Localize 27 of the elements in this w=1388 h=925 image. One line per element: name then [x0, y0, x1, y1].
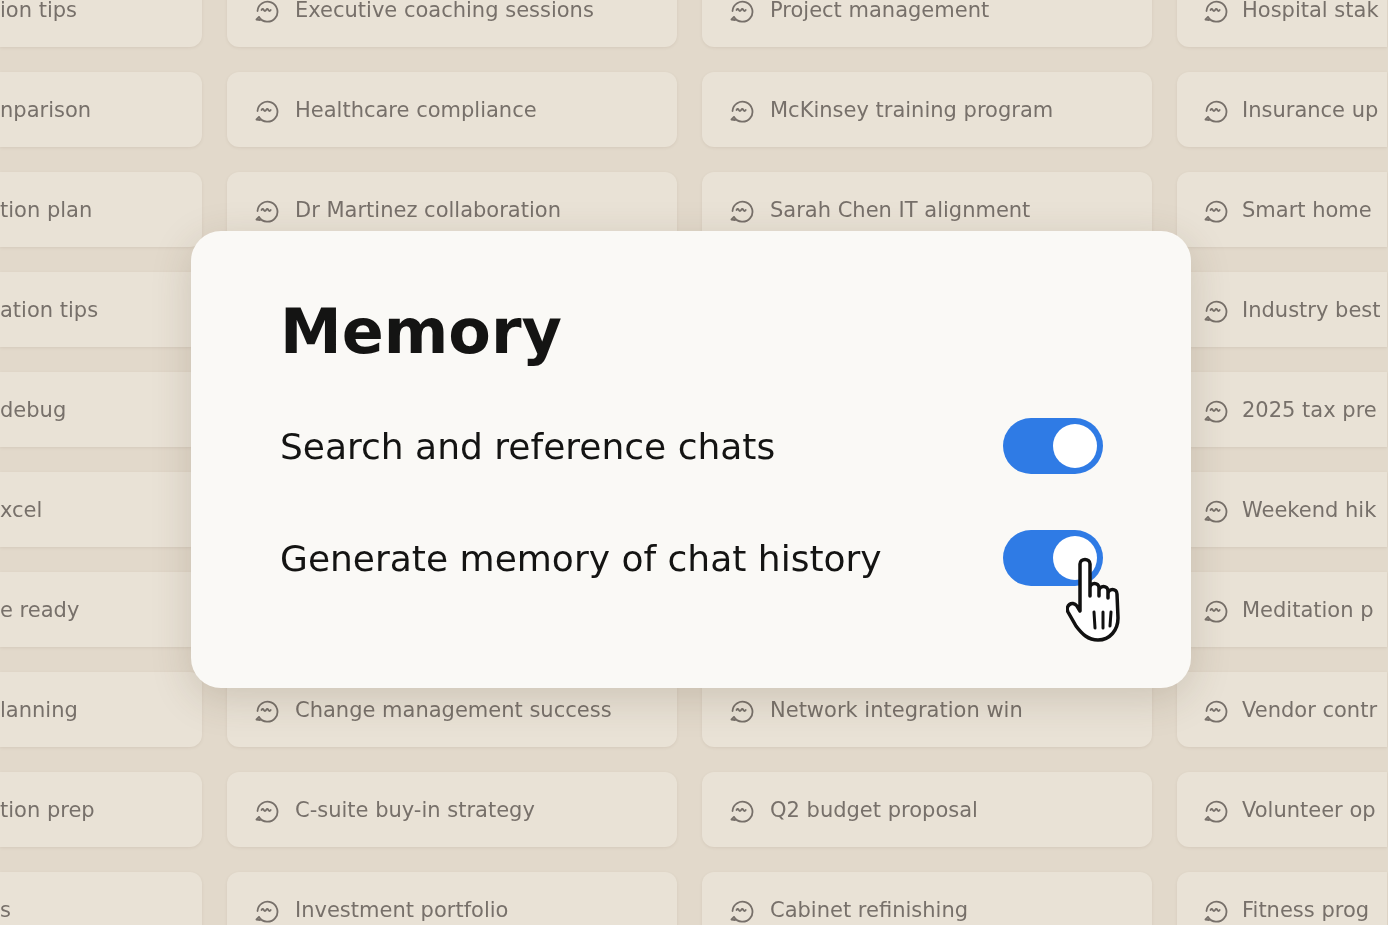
- toggle-switch[interactable]: [1003, 530, 1103, 586]
- chat-item[interactable]: C-suite buy-in strategy: [227, 772, 677, 847]
- chat-item[interactable]: Smart home: [1177, 172, 1387, 247]
- chat-item[interactable]: Fitness prog: [1177, 872, 1387, 925]
- chat-item[interactable]: Healthcare compliance: [227, 72, 677, 147]
- setting-label: Search and reference chats: [280, 425, 776, 467]
- chat-item[interactable]: McKinsey training program: [702, 72, 1152, 147]
- chat-bubble-icon: [1202, 0, 1228, 23]
- chat-bubble-icon: [253, 0, 279, 23]
- chat-item[interactable]: tion plan: [0, 172, 202, 247]
- chat-item[interactable]: tion prep: [0, 772, 202, 847]
- chat-item[interactable]: Volunteer op: [1177, 772, 1387, 847]
- chat-item[interactable]: lanning: [0, 672, 202, 747]
- chat-item[interactable]: Executive coaching sessions: [227, 0, 677, 47]
- chat-item[interactable]: s: [0, 872, 202, 925]
- chat-bubble-icon: [728, 0, 754, 23]
- chat-item[interactable]: Hospital stak: [1177, 0, 1387, 47]
- chat-item[interactable]: nparison: [0, 72, 202, 147]
- setting-label: Generate memory of chat history: [280, 537, 882, 579]
- chat-item[interactable]: Q2 budget proposal: [702, 772, 1152, 847]
- chat-item[interactable]: ion tips: [0, 0, 202, 47]
- toggle-switch[interactable]: [1003, 418, 1103, 474]
- chat-item[interactable]: Vendor contr: [1177, 672, 1387, 747]
- chat-item[interactable]: Insurance up: [1177, 72, 1387, 147]
- chat-item[interactable]: Investment portfolio: [227, 872, 677, 925]
- chat-item[interactable]: Project management: [702, 0, 1152, 47]
- chat-item[interactable]: Cabinet refinishing: [702, 872, 1152, 925]
